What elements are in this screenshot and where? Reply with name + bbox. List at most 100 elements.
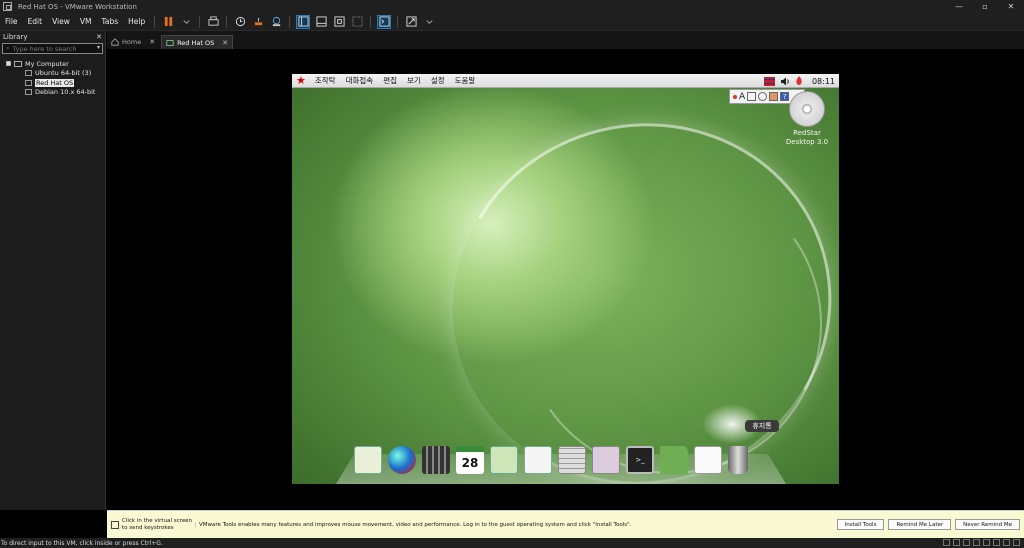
guest-desktop[interactable]: ★ 조작탁 대화접속 편집 보기 설정 도움말 08:11 A ? RedSta…: [292, 74, 839, 484]
install-tools-button[interactable]: Install Tools: [836, 519, 885, 530]
ime-status-icon[interactable]: [733, 94, 737, 99]
hard-disk-icon[interactable]: [943, 539, 950, 546]
pause-icon: [164, 16, 172, 27]
chevron-down-icon[interactable]: ▾: [97, 44, 100, 51]
ime-moon-icon[interactable]: [758, 92, 768, 101]
usb-icon[interactable]: [973, 539, 980, 546]
video-player-icon[interactable]: [422, 446, 450, 474]
ime-keyboard-icon[interactable]: [769, 92, 779, 101]
red-star-icon[interactable]: ★: [296, 75, 306, 86]
guest-tray: 08:11: [763, 74, 835, 88]
guest-menu-item[interactable]: 도움말: [450, 75, 481, 86]
minimize-button[interactable]: —: [946, 0, 972, 13]
printer-icon[interactable]: [993, 539, 1000, 546]
menu-help[interactable]: Help: [123, 17, 150, 26]
guest-menu-item[interactable]: 대화접속: [341, 75, 379, 86]
vm-tree: My Computer Ubuntu 64-bit (3) Red Hat OS…: [0, 59, 105, 97]
terminal-icon[interactable]: >_: [626, 446, 654, 474]
thumbnail-bar-button[interactable]: [314, 15, 328, 29]
tab-home[interactable]: Home ✕: [107, 35, 159, 49]
show-library-button[interactable]: [296, 14, 311, 29]
browser-globe-icon[interactable]: [388, 446, 416, 474]
ime-help-icon[interactable]: ?: [780, 92, 790, 101]
documents-icon[interactable]: [354, 446, 382, 474]
trash-icon[interactable]: [728, 446, 748, 474]
tab-label: Home: [122, 38, 142, 46]
tree-item-ubuntu[interactable]: Ubuntu 64-bit (3): [0, 69, 105, 79]
unity-button[interactable]: [350, 15, 364, 29]
snapshot-manager-button[interactable]: [269, 15, 283, 29]
menu-view[interactable]: View: [47, 17, 75, 26]
flag-icon[interactable]: [763, 76, 775, 86]
snapshot-manager-icon: [272, 16, 280, 27]
guest-menu-item[interactable]: 편집: [378, 75, 402, 86]
library-search-input[interactable]: ⌕ Type here to search ▾: [2, 43, 103, 54]
folder-icon[interactable]: [660, 446, 688, 474]
menu-tabs[interactable]: Tabs: [97, 17, 124, 26]
power-dropdown-button[interactable]: [179, 15, 193, 29]
calendar-icon[interactable]: 28: [456, 446, 484, 474]
mouse-click-icon: [111, 520, 119, 529]
vm-icon: [166, 39, 174, 46]
dock: 28 >_: [354, 438, 774, 474]
tree-item-debian[interactable]: Debian 10.x 64-bit: [0, 88, 105, 98]
stretch-dropdown-button[interactable]: [422, 15, 436, 29]
menu-edit[interactable]: Edit: [23, 17, 48, 26]
contacts-icon[interactable]: [490, 446, 518, 474]
menu-file[interactable]: File: [0, 17, 23, 26]
tree-root[interactable]: My Computer: [0, 59, 105, 69]
maximize-button[interactable]: ▫: [972, 0, 998, 13]
menu-vm[interactable]: VM: [75, 17, 97, 26]
fullscreen-icon: [334, 16, 345, 27]
vm-icon: [25, 70, 32, 77]
pause-button[interactable]: [161, 15, 175, 29]
never-remind-button[interactable]: Never Remind Me: [955, 519, 1020, 530]
console-view-button[interactable]: [377, 14, 392, 29]
message-icon[interactable]: [1013, 539, 1020, 546]
vm-icon: [25, 79, 32, 86]
computer-icon: [14, 60, 22, 67]
vmware-logo-icon: [3, 2, 12, 11]
revert-snapshot-button[interactable]: [251, 15, 265, 29]
window-manager-icon[interactable]: [694, 446, 722, 474]
guest-menu-item[interactable]: 보기: [402, 75, 426, 86]
search-icon: ⌕: [6, 44, 10, 52]
ime-letter[interactable]: A: [739, 92, 745, 102]
stretch-icon: [406, 16, 417, 27]
menu-bar: File Edit View VM Tabs Help: [0, 13, 1024, 31]
cd-drive-icon[interactable]: [953, 539, 960, 546]
title-bar: Red Hat OS - VMware Workstation — ▫ ✕: [0, 0, 1024, 13]
library-panel: Library ✕ ⌕ Type here to search ▾ My Com…: [0, 31, 106, 510]
tab-label: Red Hat OS: [177, 38, 215, 47]
disc-label[interactable]: RedStar Desktop 3.0: [776, 129, 838, 147]
tab-close-icon[interactable]: ✕: [222, 39, 228, 47]
vm-console[interactable]: ★ 조작탁 대화접속 편집 보기 설정 도움말 08:11 A ? RedSta…: [107, 49, 1024, 510]
guest-menu-item[interactable]: 설정: [426, 75, 450, 86]
volume-icon[interactable]: [780, 77, 790, 86]
display-icon[interactable]: [1003, 539, 1010, 546]
stretch-guest-button[interactable]: [404, 15, 418, 29]
checkbox-icon[interactable]: [6, 61, 11, 67]
full-screen-button[interactable]: [332, 15, 346, 29]
sound-icon[interactable]: [983, 539, 990, 546]
fire-icon[interactable]: [795, 76, 803, 86]
remind-later-button[interactable]: Remind Me Later: [888, 519, 952, 530]
tab-red-hat-os[interactable]: Red Hat OS ✕: [161, 35, 234, 49]
ime-layout-icon[interactable]: [747, 92, 757, 101]
send-ctrl-alt-del-button[interactable]: [206, 15, 220, 29]
guest-clock[interactable]: 08:11: [812, 77, 835, 86]
guest-menu-item[interactable]: 조작탁: [310, 75, 341, 86]
calculator-icon[interactable]: [558, 446, 586, 474]
sidebar-icon: [298, 16, 309, 27]
library-close-button[interactable]: ✕: [96, 33, 102, 41]
network-icon[interactable]: [963, 539, 970, 546]
text-editor-icon[interactable]: [524, 446, 552, 474]
guest-top-panel: ★ 조작탁 대화접속 편집 보기 설정 도움말 08:11: [292, 74, 839, 88]
settings-tools-icon[interactable]: [592, 446, 620, 474]
tab-close-icon[interactable]: ✕: [149, 38, 155, 46]
snapshot-button[interactable]: [233, 15, 247, 29]
close-button[interactable]: ✕: [998, 0, 1024, 13]
disc-icon[interactable]: [789, 91, 825, 127]
tree-item-red-hat-os[interactable]: Red Hat OS: [0, 78, 105, 88]
trash-tooltip: 휴지통: [745, 420, 779, 432]
